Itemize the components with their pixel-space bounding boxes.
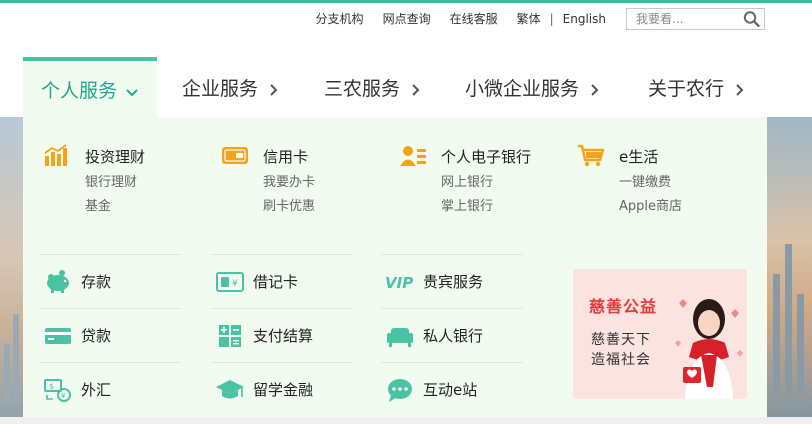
promo-line: 造福社会 bbox=[591, 352, 651, 368]
service-label: 存款 bbox=[81, 273, 112, 291]
shopping-cart-icon bbox=[577, 143, 605, 169]
top-utility-bar: 分支机构 网点查询 在线客服 繁体 | English bbox=[0, 3, 812, 33]
nav-agriculture-services[interactable]: 三农服务 bbox=[324, 57, 422, 117]
category-title[interactable]: 个人电子银行 bbox=[441, 146, 531, 167]
service-label: 留学金融 bbox=[253, 381, 314, 399]
sofa-icon bbox=[385, 323, 415, 349]
category-e-life: e生活 一键缴费 Apple商店 bbox=[577, 141, 682, 219]
service-vip[interactable]: VIP 贵宾服务 bbox=[381, 254, 523, 308]
nav-label: 三农服务 bbox=[324, 77, 401, 100]
service-label: 贷款 bbox=[81, 327, 112, 345]
sub-link-funds[interactable]: 基金 bbox=[85, 195, 145, 219]
service-label: 贵宾服务 bbox=[423, 273, 484, 291]
service-label: 支付结算 bbox=[253, 327, 314, 345]
woman-with-red-scarf-illustration bbox=[675, 299, 743, 399]
service-label: 外汇 bbox=[81, 381, 112, 399]
nav-about-abc[interactable]: 关于农行 bbox=[648, 57, 746, 117]
link-separator: | bbox=[549, 11, 554, 26]
nav-label: 关于农行 bbox=[648, 77, 725, 100]
nav-personal-services[interactable]: 个人服务 bbox=[23, 57, 157, 117]
svg-text:VIP: VIP bbox=[385, 274, 413, 292]
bar-chart-icon bbox=[43, 143, 69, 169]
sub-link-apple-store[interactable]: Apple商店 bbox=[619, 195, 682, 219]
nav-small-business-services[interactable]: 小微企业服务 bbox=[465, 57, 601, 117]
background-cityscape-left bbox=[0, 117, 23, 424]
service-payment-settlement[interactable]: 支付结算 bbox=[211, 308, 353, 362]
category-e-banking: 个人电子银行 网上银行 掌上银行 bbox=[399, 141, 531, 219]
chevron-down-icon bbox=[125, 82, 139, 97]
link-branches[interactable]: 分支机构 bbox=[316, 10, 364, 27]
svg-text:$: $ bbox=[49, 382, 54, 391]
credit-card-icon bbox=[221, 143, 248, 169]
search-icon[interactable] bbox=[742, 10, 762, 28]
promo-line: 慈善天下 bbox=[591, 332, 651, 348]
chevron-right-icon bbox=[266, 80, 280, 96]
category-title[interactable]: 投资理财 bbox=[85, 146, 145, 167]
chevron-right-icon bbox=[408, 80, 422, 96]
chat-bubble-icon bbox=[385, 377, 415, 403]
exchange-icon: $ ¥ bbox=[43, 377, 73, 403]
category-title[interactable]: e生活 bbox=[619, 146, 658, 167]
service-label: 借记卡 bbox=[253, 273, 299, 291]
sub-link-online-banking[interactable]: 网上银行 bbox=[441, 171, 531, 195]
sub-link-one-click-payment[interactable]: 一键缴费 bbox=[619, 171, 682, 195]
charity-promo-banner[interactable]: 慈善公益 慈善天下 造福社会 bbox=[573, 269, 747, 399]
vip-icon: VIP bbox=[385, 269, 415, 295]
sub-link-card-offers[interactable]: 刷卡优惠 bbox=[263, 195, 315, 219]
personal-services-dropdown: 投资理财 银行理财 基金 信用卡 我要办卡 刷卡优惠 个人电子银行 网上银行 掌… bbox=[23, 117, 767, 417]
nav-enterprise-services[interactable]: 企业服务 bbox=[182, 57, 280, 117]
sub-link-apply-card[interactable]: 我要办卡 bbox=[263, 171, 315, 195]
search-input[interactable] bbox=[627, 9, 739, 29]
link-online-service[interactable]: 在线客服 bbox=[450, 10, 498, 27]
service-interactive-e-station[interactable]: 互动e站 bbox=[381, 362, 523, 416]
category-title[interactable]: 信用卡 bbox=[263, 146, 308, 167]
link-outlet-search[interactable]: 网点查询 bbox=[383, 10, 431, 27]
nav-label: 企业服务 bbox=[182, 77, 259, 100]
svg-text:¥: ¥ bbox=[232, 279, 238, 289]
nav-label: 小微企业服务 bbox=[465, 77, 580, 100]
service-label: 私人银行 bbox=[423, 327, 484, 345]
service-private-banking[interactable]: 私人银行 bbox=[381, 308, 523, 362]
bottom-divider bbox=[0, 417, 812, 424]
piggy-bank-icon bbox=[43, 269, 73, 295]
top-links: 分支机构 网点查询 在线客服 繁体 | English bbox=[316, 10, 606, 27]
category-investment: 投资理财 银行理财 基金 bbox=[43, 141, 145, 219]
category-credit-card: 信用卡 我要办卡 刷卡优惠 bbox=[221, 141, 315, 219]
service-study-abroad-finance[interactable]: 留学金融 bbox=[211, 362, 353, 416]
graduation-cap-icon bbox=[215, 377, 245, 403]
link-traditional-chinese[interactable]: 繁体 bbox=[517, 10, 541, 27]
background-cityscape-right bbox=[767, 117, 812, 424]
link-english[interactable]: English bbox=[563, 12, 606, 26]
service-debit-card[interactable]: ¥ 借记卡 bbox=[211, 254, 353, 308]
chevron-right-icon bbox=[732, 80, 746, 96]
loan-card-icon bbox=[43, 323, 73, 349]
service-loan[interactable]: 贷款 bbox=[39, 308, 181, 362]
service-foreign-exchange[interactable]: $ ¥ 外汇 bbox=[39, 362, 181, 416]
nav-label: 个人服务 bbox=[40, 79, 117, 102]
main-nav: 个人服务 企业服务 三农服务 小微企业服务 关于农行 bbox=[0, 33, 812, 117]
service-label: 互动e站 bbox=[423, 381, 478, 399]
chevron-right-icon bbox=[587, 80, 601, 96]
user-list-icon bbox=[399, 143, 426, 169]
sub-link-mobile-banking[interactable]: 掌上银行 bbox=[441, 195, 531, 219]
promo-title: 慈善公益 bbox=[589, 297, 658, 316]
search-box bbox=[626, 8, 765, 30]
service-deposit[interactable]: 存款 bbox=[39, 254, 181, 308]
sub-link-wealth-products[interactable]: 银行理财 bbox=[85, 171, 145, 195]
debit-card-icon: ¥ bbox=[215, 269, 245, 295]
svg-text:¥: ¥ bbox=[61, 392, 66, 400]
calculator-icon bbox=[215, 323, 245, 349]
